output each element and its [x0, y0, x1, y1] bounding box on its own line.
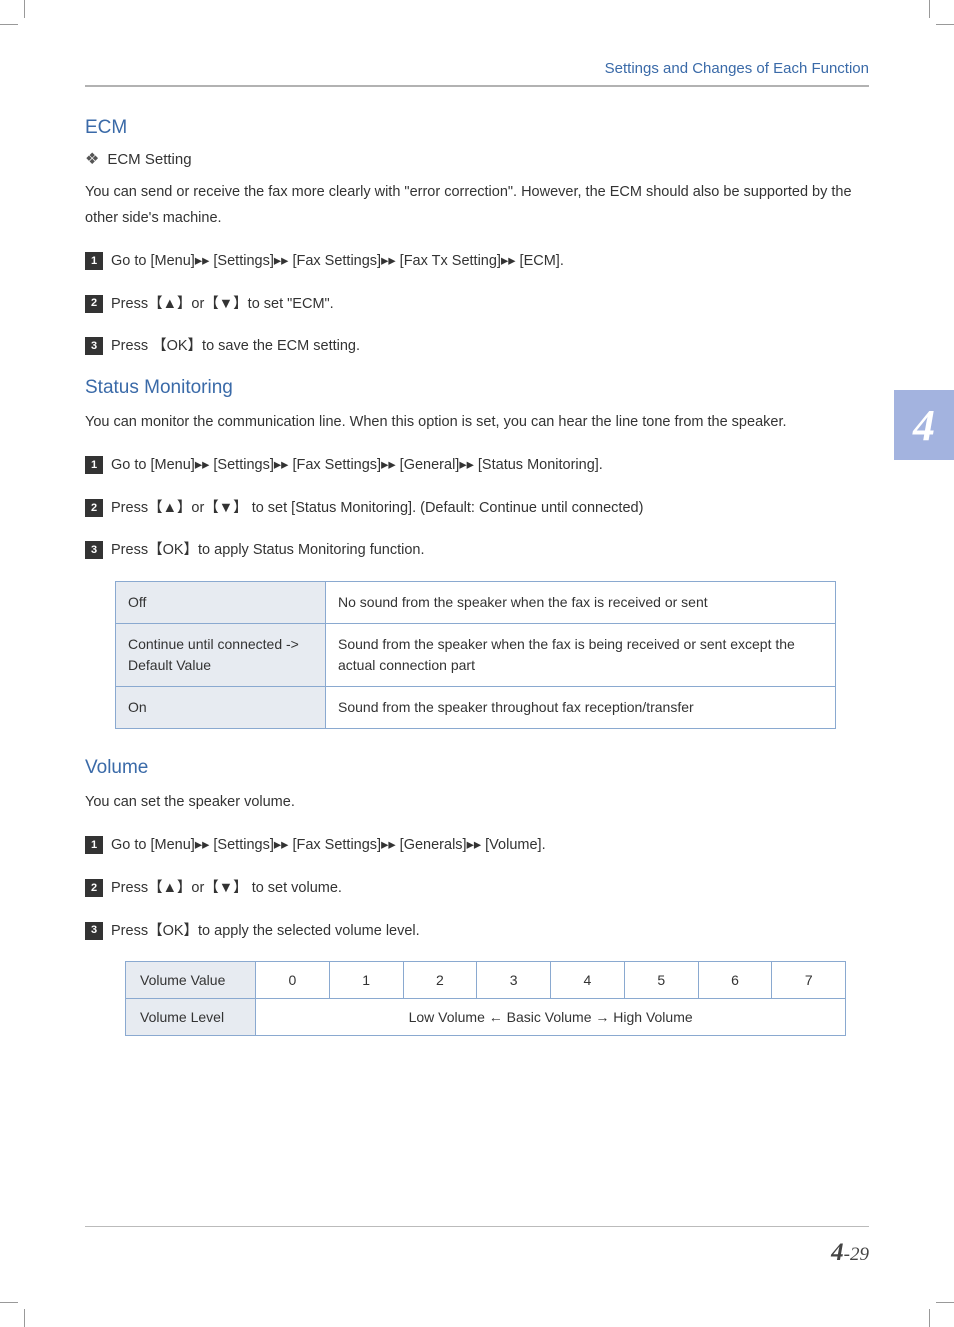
step-number-icon: 1: [85, 252, 103, 270]
volume-value-cell: 6: [698, 962, 772, 999]
volume-heading: Volume: [85, 757, 869, 779]
ecm-step-2: 2 Press【▲】or【▼】to set "ECM".: [85, 292, 869, 317]
status-step-2-text: Press【▲】or【▼】 to set [Status Monitoring]…: [111, 496, 869, 521]
volume-step-2: 2 Press【▲】or【▼】 to set volume.: [85, 876, 869, 901]
ecm-step-3-text: Press 【OK】to save the ECM setting.: [111, 334, 869, 359]
volume-value-cell: 5: [624, 962, 698, 999]
status-opt-on: On: [116, 687, 326, 729]
status-intro: You can monitor the communication line. …: [85, 409, 869, 435]
volume-value-cell: 0: [256, 962, 330, 999]
step-number-icon: 3: [85, 337, 103, 355]
volume-value-label: Volume Value: [126, 962, 256, 999]
status-step-1: 1 Go to [Menu]▸▸ [Settings]▸▸ [Fax Setti…: [85, 453, 869, 478]
volume-value-cell: 3: [477, 962, 551, 999]
volume-value-cell: 7: [772, 962, 846, 999]
status-heading: Status Monitoring: [85, 377, 869, 399]
volume-intro: You can set the speaker volume.: [85, 789, 869, 815]
running-header: Settings and Changes of Each Function: [85, 60, 869, 87]
table-row: Off No sound from the speaker when the f…: [116, 582, 836, 624]
diamond-icon: ❖: [85, 149, 99, 169]
status-opt-off: Off: [116, 582, 326, 624]
volume-value-cell: 1: [329, 962, 403, 999]
volume-level-label: Volume Level: [126, 999, 256, 1036]
table-row: On Sound from the speaker throughout fax…: [116, 687, 836, 729]
ecm-subhead-text: ECM Setting: [107, 151, 191, 168]
step-number-icon: 1: [85, 836, 103, 854]
volume-step-1-text: Go to [Menu]▸▸ [Settings]▸▸ [Fax Setting…: [111, 833, 869, 858]
step-number-icon: 2: [85, 879, 103, 897]
ecm-step-1: 1 Go to [Menu]▸▸ [Settings]▸▸ [Fax Setti…: [85, 249, 869, 274]
chapter-tab: 4: [894, 390, 954, 460]
table-row: Volume Value 0 1 2 3 4 5 6 7: [126, 962, 846, 999]
volume-step-3: 3 Press【OK】to apply the selected volume …: [85, 919, 869, 944]
volume-value-cell: 4: [551, 962, 625, 999]
status-desc-on: Sound from the speaker throughout fax re…: [326, 687, 836, 729]
volume-level-desc: Low Volume ← Basic Volume → High Volume: [256, 999, 846, 1036]
status-step-2: 2 Press【▲】or【▼】 to set [Status Monitorin…: [85, 496, 869, 521]
step-number-icon: 3: [85, 922, 103, 940]
step-number-icon: 2: [85, 499, 103, 517]
page-chapter: 4: [831, 1239, 844, 1266]
step-number-icon: 1: [85, 456, 103, 474]
ecm-subhead: ❖ ECM Setting: [85, 149, 869, 169]
volume-step-3-text: Press【OK】to apply the selected volume le…: [111, 919, 869, 944]
ecm-step-2-text: Press【▲】or【▼】to set "ECM".: [111, 292, 869, 317]
status-desc-continue: Sound from the speaker when the fax is b…: [326, 624, 836, 687]
page-number: 4-29: [831, 1239, 869, 1267]
step-number-icon: 3: [85, 541, 103, 559]
status-desc-off: No sound from the speaker when the fax i…: [326, 582, 836, 624]
status-opt-continue: Continue until connected -> Default Valu…: [116, 624, 326, 687]
ecm-intro: You can send or receive the fax more cle…: [85, 179, 869, 231]
step-number-icon: 2: [85, 295, 103, 313]
status-step-3: 3 Press【OK】to apply Status Monitoring fu…: [85, 538, 869, 563]
ecm-step-3: 3 Press 【OK】to save the ECM setting.: [85, 334, 869, 359]
ecm-step-1-text: Go to [Menu]▸▸ [Settings]▸▸ [Fax Setting…: [111, 249, 869, 274]
status-step-3-text: Press【OK】to apply Status Monitoring func…: [111, 538, 869, 563]
volume-table: Volume Value 0 1 2 3 4 5 6 7 Volume Leve…: [125, 961, 846, 1036]
table-row: Volume Level Low Volume ← Basic Volume →…: [126, 999, 846, 1036]
page-sub: -29: [844, 1244, 869, 1265]
volume-step-1: 1 Go to [Menu]▸▸ [Settings]▸▸ [Fax Setti…: [85, 833, 869, 858]
table-row: Continue until connected -> Default Valu…: [116, 624, 836, 687]
status-step-1-text: Go to [Menu]▸▸ [Settings]▸▸ [Fax Setting…: [111, 453, 869, 478]
footer-divider: [85, 1226, 869, 1227]
status-table: Off No sound from the speaker when the f…: [115, 581, 836, 729]
volume-step-2-text: Press【▲】or【▼】 to set volume.: [111, 876, 869, 901]
volume-value-cell: 2: [403, 962, 477, 999]
ecm-heading: ECM: [85, 117, 869, 139]
